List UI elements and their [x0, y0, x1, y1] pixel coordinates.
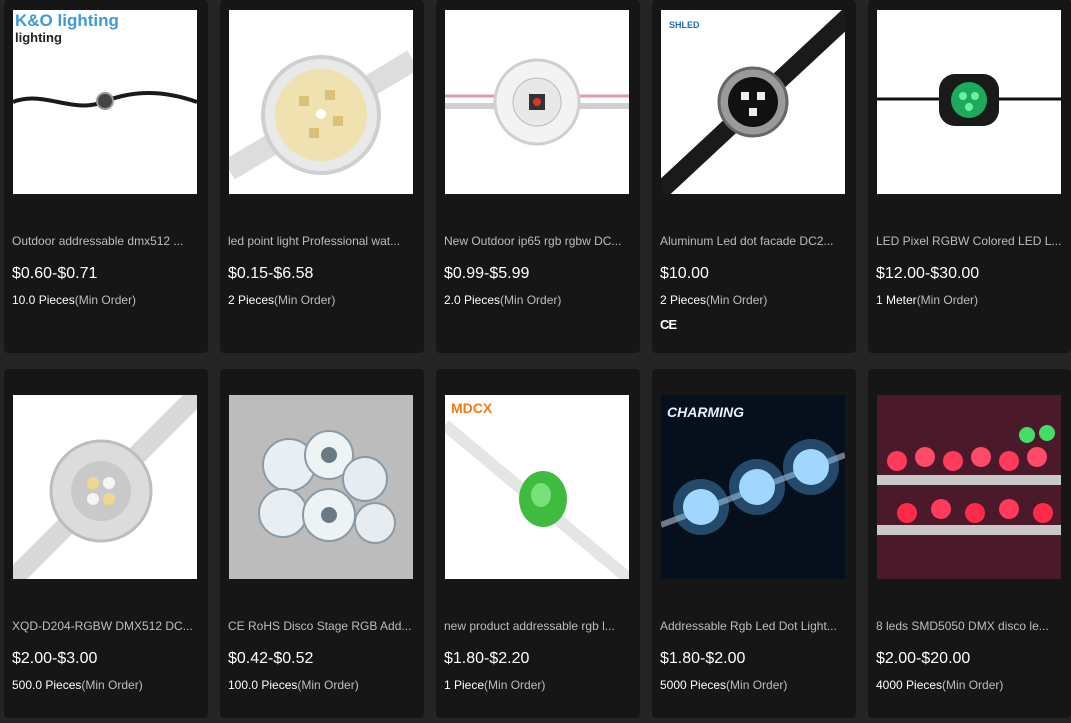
product-card[interactable]: New Outdoor ip65 rgb rgbw DC... $0.99-$5…: [436, 0, 640, 353]
min-order: 1 Meter(Min Order): [876, 293, 979, 307]
min-order: 500.0 Pieces(Min Order): [12, 678, 143, 692]
product-price: $2.00-$3.00: [12, 650, 98, 667]
product-card[interactable]: SHLED Aluminum Led dot facade DC2... $10…: [652, 0, 856, 353]
product-image[interactable]: [229, 395, 413, 579]
product-price: $0.42-$0.52: [228, 650, 314, 667]
svg-text:lighting: lighting: [15, 30, 62, 45]
product-price: $0.60-$0.71: [12, 265, 98, 282]
product-title[interactable]: LED Pixel RGBW Colored LED L...: [876, 234, 1064, 248]
min-order: 2 Pieces(Min Order): [228, 293, 336, 307]
product-card[interactable]: XQD-D204-RGBW DMX512 DC... $2.00-$3.00 5…: [4, 369, 208, 718]
product-card[interactable]: K&O lighting lighting Outdoor addressabl…: [4, 0, 208, 353]
product-image[interactable]: [229, 10, 413, 194]
product-title[interactable]: New Outdoor ip65 rgb rgbw DC...: [444, 234, 632, 248]
product-title[interactable]: led point light Professional wat...: [228, 234, 416, 248]
product-card[interactable]: CE RoHS Disco Stage RGB Add... $0.42-$0.…: [220, 369, 424, 718]
ce-certification-badge: CE: [660, 317, 677, 332]
product-title[interactable]: CE RoHS Disco Stage RGB Add...: [228, 619, 416, 633]
product-image[interactable]: K&O lighting lighting: [13, 10, 197, 194]
product-image[interactable]: [445, 10, 629, 194]
product-image[interactable]: CHARMING: [661, 395, 845, 579]
product-title[interactable]: Outdoor addressable dmx512 ...: [12, 234, 200, 248]
product-title[interactable]: 8 leds SMD5050 DMX disco le...: [876, 619, 1064, 633]
product-card[interactable]: led point light Professional wat... $0.1…: [220, 0, 424, 353]
min-order: 100.0 Pieces(Min Order): [228, 678, 359, 692]
brand-logo: K&O lighting: [15, 11, 119, 30]
product-price: $0.15-$6.58: [228, 265, 314, 282]
product-card[interactable]: LED Pixel RGBW Colored LED L... $12.00-$…: [868, 0, 1071, 353]
product-image[interactable]: [13, 395, 197, 579]
product-grid: K&O lighting lighting Outdoor addressabl…: [0, 0, 1071, 723]
product-price: $0.99-$5.99: [444, 265, 530, 282]
product-title[interactable]: new product addressable rgb l...: [444, 619, 632, 633]
product-price: $2.00-$20.00: [876, 650, 971, 667]
product-title[interactable]: Aluminum Led dot facade DC2...: [660, 234, 848, 248]
product-image[interactable]: [877, 395, 1061, 579]
product-title[interactable]: XQD-D204-RGBW DMX512 DC...: [12, 619, 200, 633]
product-image[interactable]: [877, 10, 1061, 194]
product-image[interactable]: MDCX: [445, 395, 629, 579]
product-price: $1.80-$2.00: [660, 650, 746, 667]
min-order: 1 Piece(Min Order): [444, 678, 546, 692]
product-price: $1.80-$2.20: [444, 650, 530, 667]
product-image[interactable]: SHLED: [661, 10, 845, 194]
product-card[interactable]: CHARMING Addressable Rgb Led Dot Light..…: [652, 369, 856, 718]
min-order: 4000 Pieces(Min Order): [876, 678, 1004, 692]
brand-logo: CHARMING: [667, 404, 744, 420]
product-title[interactable]: Addressable Rgb Led Dot Light...: [660, 619, 848, 633]
brand-logo: MDCX: [451, 400, 493, 416]
min-order: 2 Pieces(Min Order): [660, 293, 768, 307]
product-price: $12.00-$30.00: [876, 265, 980, 282]
product-price: $10.00: [660, 265, 709, 282]
min-order: 10.0 Pieces(Min Order): [12, 293, 137, 307]
brand-logo: SHLED: [669, 20, 700, 30]
min-order: 5000 Pieces(Min Order): [660, 678, 788, 692]
min-order: 2.0 Pieces(Min Order): [444, 293, 562, 307]
product-card[interactable]: MDCX new product addressable rgb l... $1…: [436, 369, 640, 718]
product-card[interactable]: 8 leds SMD5050 DMX disco le... $2.00-$20…: [868, 369, 1071, 718]
